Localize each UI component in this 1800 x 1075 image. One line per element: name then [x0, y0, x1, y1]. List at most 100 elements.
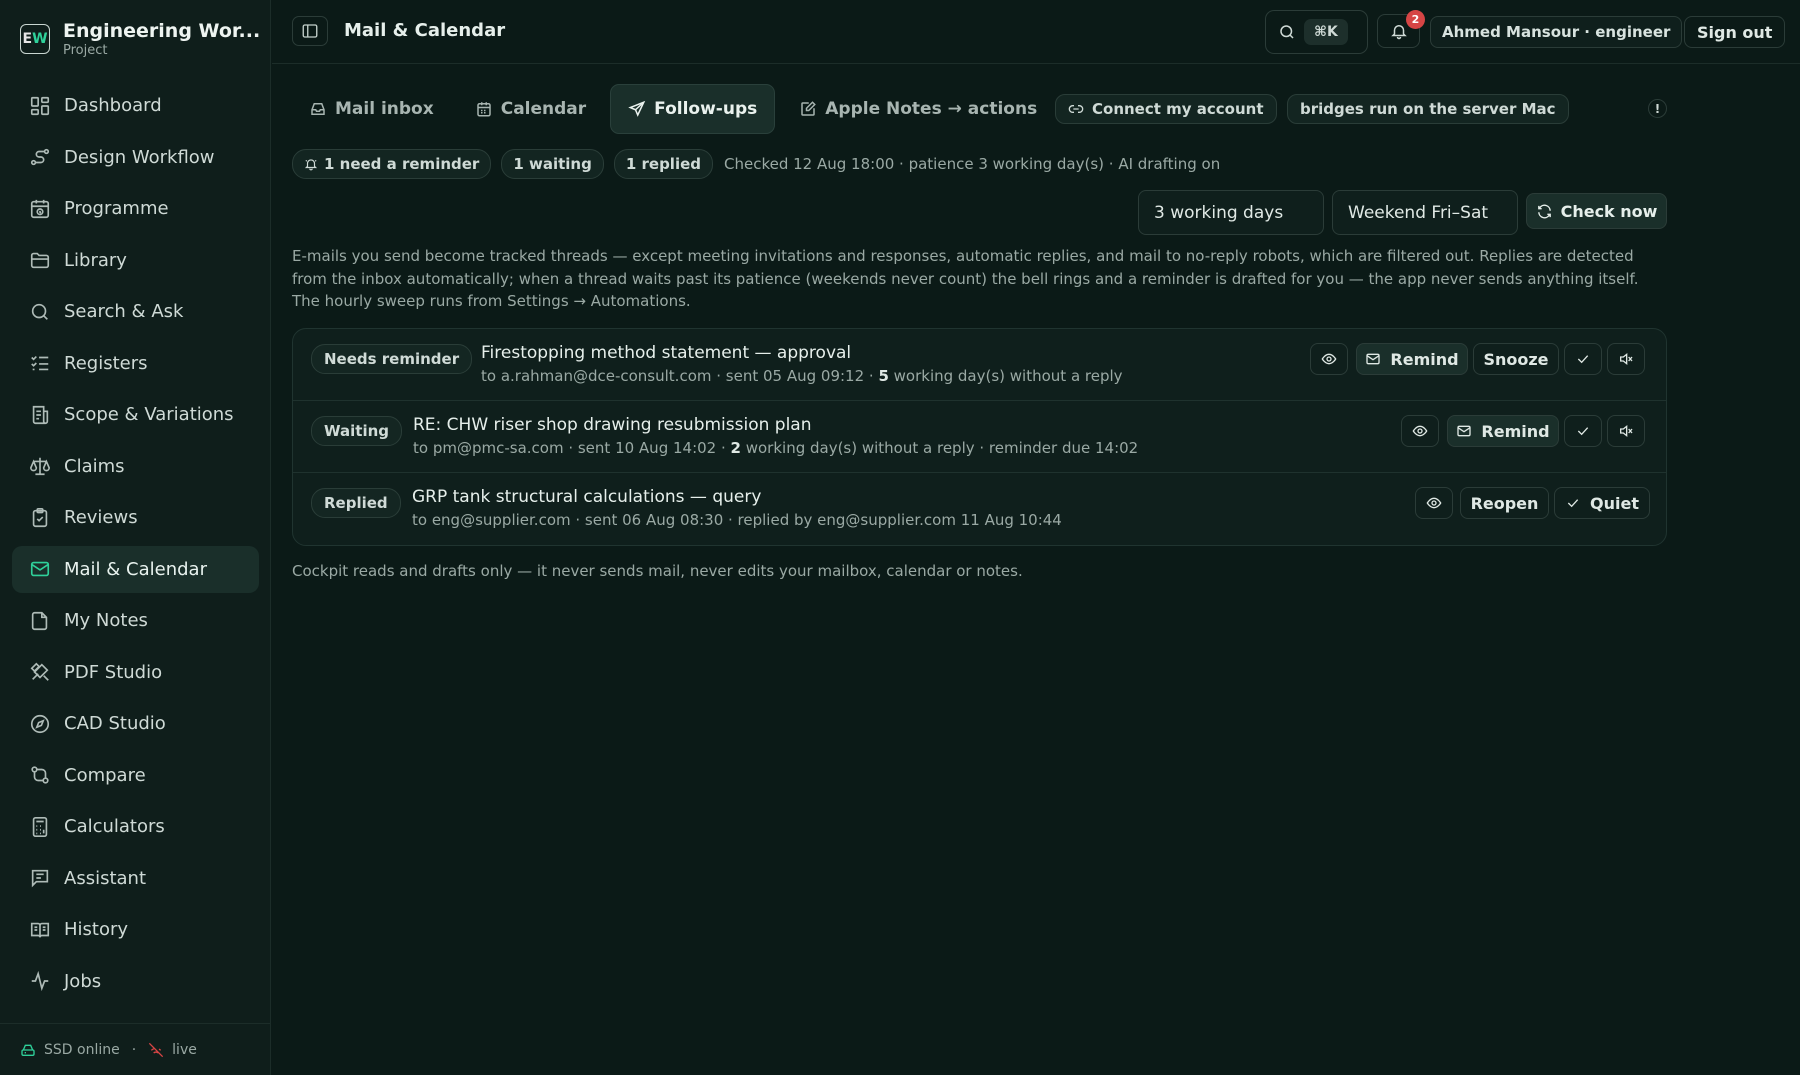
chat-icon — [31, 869, 49, 888]
sign-out-button[interactable]: Sign out — [1684, 16, 1786, 48]
waiting-badge[interactable]: 1 waiting — [501, 149, 604, 179]
sidebar-item-scope-variations[interactable]: Scope & Variations — [12, 391, 259, 438]
status-badge: Waiting — [311, 416, 403, 446]
calculator-icon — [32, 816, 48, 837]
last-checked-text: Checked 12 Aug 18:00 · patience 3 workin… — [724, 155, 1221, 173]
sidebar-item-assistant[interactable]: Assistant — [12, 855, 259, 902]
mute-icon — [1620, 424, 1633, 438]
book-icon — [30, 922, 50, 937]
sidebar-toggle-icon — [302, 24, 318, 38]
command-search-button[interactable]: ⌘K — [1265, 10, 1368, 54]
project-logo: EW — [20, 24, 50, 54]
preview-button[interactable] — [1310, 343, 1348, 375]
mute-button[interactable] — [1607, 415, 1645, 447]
sidebar-item-claims[interactable]: Claims — [12, 443, 259, 490]
mark-done-button[interactable] — [1564, 415, 1602, 447]
remind-button[interactable]: Remind — [1356, 343, 1468, 375]
tab-mail-inbox[interactable]: Mail inbox — [292, 84, 451, 134]
need-reminder-badge[interactable]: 1 need a reminder — [292, 149, 492, 179]
link-icon — [1068, 105, 1084, 113]
refresh-icon — [1537, 204, 1551, 218]
replied-badge[interactable]: 1 replied — [613, 149, 714, 179]
project-title: Engineering Wor... — [63, 20, 261, 42]
remind-button[interactable]: Remind — [1447, 415, 1559, 447]
user-menu[interactable]: Ahmed Mansour · engineer — [1430, 16, 1683, 48]
sidebar-toggle-button[interactable] — [292, 16, 328, 46]
thread-list: Needs reminder Firestopping method state… — [292, 328, 1667, 546]
tab-apple-notes-actions[interactable]: Apple Notes → actions — [782, 84, 1054, 134]
tab-calendar[interactable]: Calendar — [458, 84, 603, 134]
thread-row[interactable]: Replied GRP tank structural calculations… — [293, 473, 1666, 545]
sidebar-item-compare[interactable]: Compare — [12, 752, 259, 799]
check-now-button[interactable]: Check now — [1526, 193, 1667, 229]
thread-subject[interactable]: GRP tank structural calculations — query — [412, 487, 761, 507]
thread-subject[interactable]: RE: CHW riser shop drawing resubmission … — [413, 415, 812, 435]
bell-ring-icon — [304, 159, 318, 171]
patience-select[interactable]: 3 working days — [1138, 190, 1324, 235]
check-icon — [1567, 499, 1579, 508]
check-icon — [1577, 355, 1589, 364]
quiet-button[interactable]: Quiet — [1554, 487, 1650, 519]
sidebar-item-mail-calendar[interactable]: Mail & Calendar — [12, 545, 259, 593]
status-badge: Needs reminder — [311, 344, 473, 374]
bell-icon — [1390, 25, 1407, 40]
preview-button[interactable] — [1401, 415, 1439, 447]
sidebar-item-programme[interactable]: Programme — [12, 185, 259, 232]
eye-icon — [1426, 497, 1442, 509]
alert-icon[interactable]: ! — [1648, 99, 1667, 118]
snooze-button[interactable]: Snooze — [1473, 343, 1559, 375]
send-icon — [628, 100, 646, 117]
folder-icon — [30, 252, 50, 269]
thread-meta: to eng@supplier.com · sent 06 Aug 08:30 … — [412, 511, 1062, 529]
sidebar-item-registers[interactable]: Registers — [12, 340, 259, 387]
mail-tabs: Mail inbox Calendar Follow-ups Apple Not… — [292, 84, 1061, 134]
compare-icon — [31, 766, 49, 784]
thread-row[interactable]: Needs reminder Firestopping method state… — [293, 329, 1666, 401]
clipboard-icon — [32, 507, 48, 527]
page-title: Mail & Calendar — [344, 20, 506, 41]
tab-follow-ups[interactable]: Follow-ups — [610, 84, 776, 134]
weekend-select[interactable]: Weekend Fri–Sat — [1332, 190, 1518, 235]
dashboard-icon — [30, 96, 50, 115]
sidebar-item-dashboard[interactable]: Dashboard — [12, 82, 259, 129]
note-icon — [31, 611, 48, 630]
check-icon — [1577, 427, 1589, 436]
sidebar-item-design-workflow[interactable]: Design Workflow — [12, 134, 259, 181]
sidebar-item-jobs[interactable]: Jobs — [12, 958, 259, 1005]
sidebar-item-cad-studio[interactable]: CAD Studio — [12, 700, 259, 747]
drive-icon — [21, 1044, 35, 1056]
connect-account-button[interactable]: Connect my account — [1055, 94, 1277, 124]
sidebar-nav: Dashboard Design Workflow Programme Libr… — [12, 82, 259, 1009]
mail-icon — [30, 561, 50, 577]
activity-icon — [31, 970, 49, 992]
read-only-disclaimer: Cockpit reads and drafts only — it never… — [292, 562, 1023, 580]
workflow-icon — [30, 148, 50, 166]
preview-button[interactable] — [1415, 487, 1453, 519]
mark-done-button[interactable] — [1564, 343, 1602, 375]
thread-meta: to pm@pmc-sa.com · sent 10 Aug 14:02 · 2… — [413, 439, 1139, 457]
project-switcher[interactable]: EW Engineering Wor... Project — [20, 20, 260, 58]
mute-button[interactable] — [1607, 343, 1645, 375]
inbox-icon — [311, 103, 325, 115]
sidebar-item-calculators[interactable]: Calculators — [12, 803, 259, 850]
mail-icon — [1457, 425, 1472, 437]
thread-subject[interactable]: Firestopping method statement — approval — [481, 343, 851, 363]
mute-icon — [1620, 352, 1633, 366]
list-check-icon — [31, 355, 49, 371]
receipt-icon — [32, 405, 49, 424]
sidebar-item-pdf-studio[interactable]: PDF Studio — [12, 649, 259, 696]
sidebar-item-library[interactable]: Library — [12, 237, 259, 284]
sidebar-item-my-notes[interactable]: My Notes — [12, 597, 259, 644]
notification-count-badge: 2 — [1406, 10, 1425, 29]
sidebar-item-reviews[interactable]: Reviews — [12, 494, 259, 541]
scale-icon — [30, 457, 50, 476]
top-bar: Mail & Calendar ⌘K 2 Ahmed Mansour · eng… — [272, 0, 1800, 64]
sidebar-item-history[interactable]: History — [12, 906, 259, 953]
notifications-button[interactable]: 2 — [1377, 10, 1425, 48]
thread-row[interactable]: Waiting RE: CHW riser shop drawing resub… — [293, 401, 1666, 473]
follow-ups-description: E-mails you send become tracked threads … — [292, 247, 1639, 310]
sidebar-item-search-ask[interactable]: Search & Ask — [12, 288, 259, 335]
tools-icon — [30, 662, 49, 681]
mail-icon — [1366, 353, 1381, 365]
reopen-button[interactable]: Reopen — [1460, 487, 1549, 519]
